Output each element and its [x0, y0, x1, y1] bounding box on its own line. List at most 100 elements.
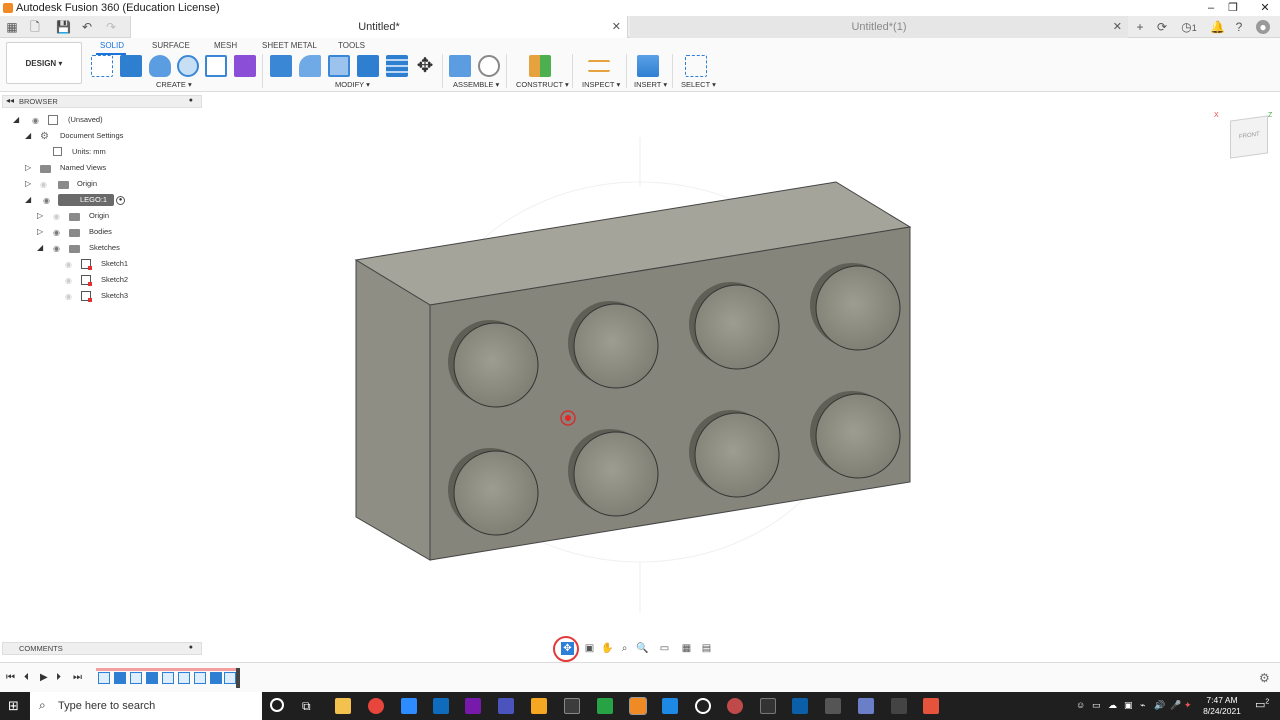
task-view-icon[interactable]: ⧉ — [302, 699, 311, 714]
cloud-icon[interactable]: ☁ — [1108, 700, 1117, 711]
data-panel-grid-icon[interactable]: ▦ — [5, 20, 19, 34]
timeline-sketch-feature[interactable] — [162, 672, 174, 684]
expand-toggle-icon[interactable]: ◢ — [25, 131, 35, 141]
canvas-viewport[interactable]: X Z FRONT — [204, 92, 1280, 660]
timeline-pattern-feature[interactable] — [178, 672, 190, 684]
press-pull-icon[interactable] — [270, 55, 292, 77]
outlook-icon[interactable] — [433, 698, 449, 714]
user-avatar[interactable]: ● — [1256, 20, 1270, 34]
expand-toggle-icon[interactable]: ▷ — [37, 211, 47, 221]
step-back-icon[interactable]: ⏴ — [24, 672, 29, 683]
network-icon[interactable]: ⌁ — [1140, 700, 1145, 711]
fillet-icon[interactable] — [299, 55, 321, 77]
tab-mesh[interactable]: MESH — [214, 41, 237, 50]
extensions-icon[interactable]: ⟳ — [1155, 20, 1169, 34]
app-icon[interactable] — [825, 698, 841, 714]
insert-menu[interactable]: INSERT ▾ — [634, 80, 667, 89]
action-center-icon[interactable]: ▭2 — [1255, 698, 1269, 711]
step-forward-icon[interactable]: ⏵ — [56, 672, 61, 683]
taskbar-clock[interactable]: 7:47 AM 8/24/2021 — [1196, 695, 1248, 717]
expand-toggle-icon[interactable]: ▷ — [25, 179, 35, 189]
tree-item-lego[interactable]: LEGO:1 — [80, 193, 107, 207]
tree-item-bodies[interactable]: Bodies — [89, 225, 112, 239]
assemble-menu[interactable]: ASSEMBLE ▾ — [453, 80, 499, 89]
zoom-icon[interactable]: 🔍 — [636, 642, 649, 655]
onenote-icon[interactable] — [465, 698, 481, 714]
visibility-eye-icon[interactable]: ◉ — [40, 181, 50, 189]
comments-panel-header[interactable]: COMMENTS ● — [2, 642, 202, 655]
tree-item-named-views[interactable]: Named Views — [60, 161, 106, 175]
visibility-eye-icon[interactable]: ◉ — [53, 245, 63, 253]
expand-toggle-icon[interactable]: ◢ — [37, 243, 47, 253]
go-to-end-icon[interactable]: ⏭ — [73, 672, 82, 683]
combine-icon[interactable] — [357, 55, 379, 77]
redo-icon[interactable]: ↷ — [104, 20, 118, 34]
pattern-icon[interactable] — [205, 55, 227, 77]
undo-icon[interactable]: ↶ — [80, 20, 94, 34]
visibility-eye-icon[interactable]: ◉ — [43, 197, 53, 205]
camtasia-icon[interactable] — [597, 698, 613, 714]
joint-icon[interactable] — [478, 55, 500, 77]
visibility-eye-icon[interactable]: ◉ — [65, 277, 75, 285]
tree-item-sketch1[interactable]: Sketch1 — [101, 257, 128, 271]
viewports-icon[interactable]: ▤ — [700, 642, 713, 655]
tree-item-component-origin[interactable]: Origin — [89, 209, 109, 223]
activate-component-icon[interactable]: ● — [116, 196, 125, 205]
help-icon[interactable]: ? — [1232, 20, 1246, 34]
modify-menu[interactable]: MODIFY ▾ — [335, 80, 370, 89]
add-comment-icon[interactable]: ● — [189, 644, 193, 651]
file-menu-icon[interactable]: 🗋 — [28, 20, 42, 34]
offset-plane-icon[interactable] — [529, 55, 551, 77]
workspace-switcher[interactable]: DESIGN ▾ — [6, 42, 82, 84]
app-icon[interactable] — [531, 698, 547, 714]
expand-toggle-icon[interactable]: ▷ — [37, 227, 47, 237]
collapse-panel-icon[interactable]: ◂◂ — [6, 96, 14, 105]
look-at-icon[interactable]: ▣ — [583, 642, 596, 655]
create-form-icon[interactable] — [234, 55, 256, 77]
timeline-sketch-feature[interactable] — [98, 672, 110, 684]
tree-item-sketch2[interactable]: Sketch2 — [101, 273, 128, 287]
pin-panel-icon[interactable]: ● — [189, 97, 193, 104]
tree-item-document-settings[interactable]: Document Settings — [60, 129, 123, 143]
construct-menu[interactable]: CONSTRUCT ▾ — [516, 80, 569, 89]
app-icon[interactable] — [858, 698, 874, 714]
tree-item-origin[interactable]: Origin — [77, 177, 97, 191]
measure-icon[interactable] — [588, 60, 610, 72]
restore-button[interactable]: ❐ — [1226, 1, 1240, 15]
close-tab-icon[interactable]: ✕ — [1113, 16, 1122, 38]
create-sketch-icon[interactable] — [91, 55, 113, 77]
revolve-icon[interactable] — [149, 55, 171, 77]
microphone-icon[interactable]: 🎤 — [1170, 700, 1181, 711]
taskbar-search-input[interactable]: ⌕ Type here to search — [30, 692, 262, 720]
timeline-sketch-feature[interactable] — [224, 672, 236, 684]
timeline-extrude-feature[interactable] — [146, 672, 158, 684]
expand-toggle-icon[interactable]: ◢ — [13, 115, 23, 125]
cortana-icon[interactable] — [270, 698, 284, 712]
tree-item-root[interactable]: (Unsaved) — [68, 113, 103, 127]
tray-icon[interactable]: ✦ — [1184, 700, 1192, 711]
timeline-extrude-feature[interactable] — [114, 672, 126, 684]
create-menu[interactable]: CREATE ▾ — [156, 80, 192, 89]
app-icon[interactable] — [564, 698, 580, 714]
view-cube[interactable]: X Z FRONT — [1214, 112, 1274, 162]
expand-toggle-icon[interactable]: ▷ — [25, 163, 35, 173]
new-component-icon[interactable] — [449, 55, 471, 77]
grid-settings-icon[interactable]: ▦ — [680, 642, 693, 655]
model-canvas[interactable] — [204, 92, 1280, 660]
display-settings-icon[interactable]: ▭ — [658, 642, 671, 655]
visibility-eye-icon[interactable]: ◉ — [53, 229, 63, 237]
visibility-eye-icon[interactable]: ◉ — [65, 293, 75, 301]
orbit-icon[interactable]: ✥ — [561, 642, 574, 655]
timeline-sketch-feature[interactable] — [130, 672, 142, 684]
tab-untitled[interactable]: Untitled* ✕ — [130, 16, 628, 38]
app-icon[interactable] — [792, 698, 808, 714]
new-tab-icon[interactable]: + — [1133, 20, 1147, 34]
visibility-eye-icon[interactable]: ◉ — [53, 213, 63, 221]
app-icon[interactable] — [695, 698, 711, 714]
visibility-eye-icon[interactable]: ◉ — [32, 117, 42, 125]
timeline-extrude-feature[interactable] — [210, 672, 222, 684]
fusion360-taskbar-icon[interactable] — [629, 697, 647, 715]
extrude-icon[interactable] — [120, 55, 142, 77]
split-body-icon[interactable] — [386, 55, 408, 77]
timeline-marker[interactable] — [236, 668, 240, 688]
